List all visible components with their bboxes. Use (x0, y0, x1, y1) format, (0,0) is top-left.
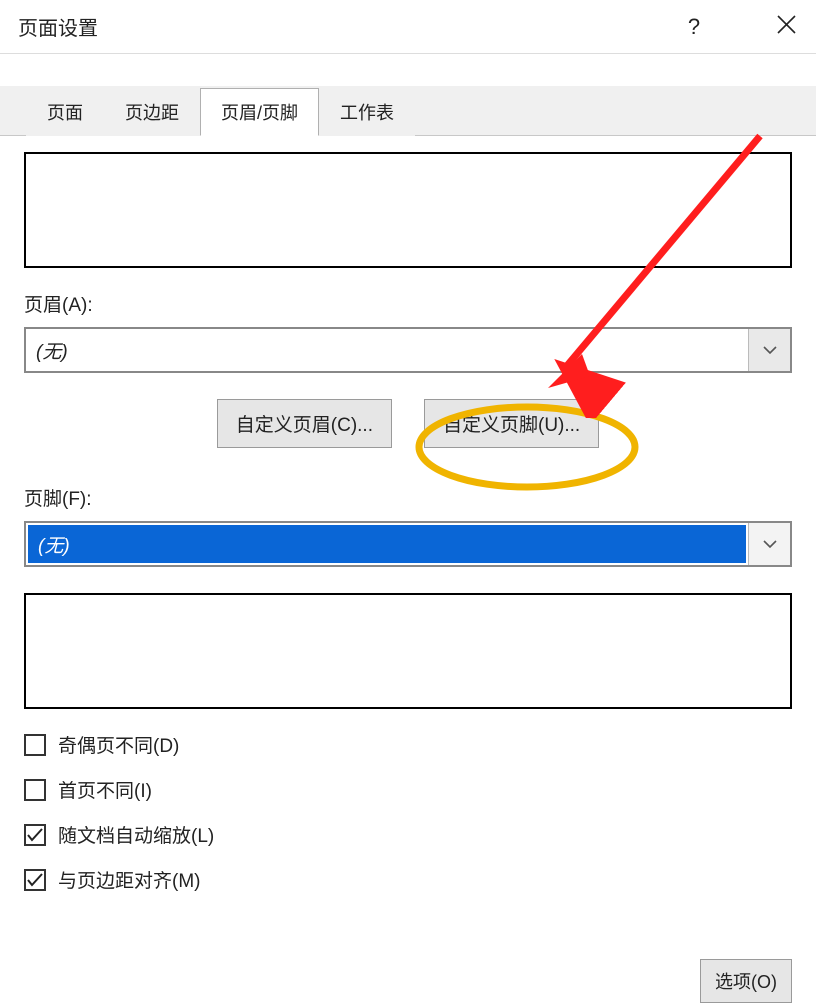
tab-content: 页眉(A): (无) 自定义页眉(C)... 自定义页脚(U)... 页脚(F)… (0, 136, 816, 893)
help-button[interactable]: ? (676, 9, 712, 45)
checkbox-scale[interactable]: 随文档自动缩放(L) (24, 821, 792, 848)
custom-footer-button[interactable]: 自定义页脚(U)... (424, 399, 599, 448)
dialog-title: 页面设置 (18, 12, 98, 41)
close-button[interactable] (768, 9, 804, 45)
checkbox-label: 首页不同(I) (58, 776, 152, 803)
tab-margins[interactable]: 页边距 (104, 88, 200, 136)
checkbox-first-page[interactable]: 首页不同(I) (24, 776, 792, 803)
header-label: 页眉(A): (24, 290, 792, 317)
header-combobox[interactable]: (无) (24, 327, 792, 373)
footer-value: (无) (28, 525, 746, 563)
checkbox-box (24, 824, 46, 846)
header-dropdown-button[interactable] (748, 329, 790, 371)
bottom-controls: 选项(O) (700, 959, 792, 1003)
custom-header-button[interactable]: 自定义页眉(C)... (217, 399, 392, 448)
checkbox-odd-even[interactable]: 奇偶页不同(D) (24, 731, 792, 758)
checkbox-group: 奇偶页不同(D) 首页不同(I) 随文档自动缩放(L) 与页边距对齐(M) (24, 731, 792, 893)
check-icon (27, 873, 43, 887)
chevron-down-icon (763, 540, 777, 549)
checkbox-box (24, 869, 46, 891)
checkbox-align-margins[interactable]: 与页边距对齐(M) (24, 866, 792, 893)
tab-header-footer[interactable]: 页眉/页脚 (200, 88, 319, 136)
tab-worksheet[interactable]: 工作表 (319, 88, 415, 136)
check-icon (27, 828, 43, 842)
footer-label: 页脚(F): (24, 484, 792, 511)
custom-footer-wrap: 自定义页脚(U)... (424, 399, 599, 448)
chevron-down-icon (763, 346, 777, 355)
checkbox-box (24, 734, 46, 756)
tab-page[interactable]: 页面 (26, 88, 104, 136)
close-icon (777, 15, 796, 34)
footer-dropdown-button[interactable] (748, 523, 790, 565)
footer-combobox[interactable]: (无) (24, 521, 792, 567)
footer-preview (24, 593, 792, 709)
checkbox-label: 与页边距对齐(M) (58, 866, 200, 893)
custom-buttons-row: 自定义页眉(C)... 自定义页脚(U)... (24, 399, 792, 448)
title-bar: 页面设置 ? (0, 0, 816, 54)
header-preview (24, 152, 792, 268)
checkbox-label: 奇偶页不同(D) (58, 731, 179, 758)
header-value: (无) (26, 337, 748, 364)
window-controls: ? (676, 9, 804, 45)
tab-strip: 页面 页边距 页眉/页脚 工作表 (0, 86, 816, 136)
checkbox-box (24, 779, 46, 801)
checkbox-label: 随文档自动缩放(L) (58, 821, 214, 848)
options-button[interactable]: 选项(O) (700, 959, 792, 1003)
